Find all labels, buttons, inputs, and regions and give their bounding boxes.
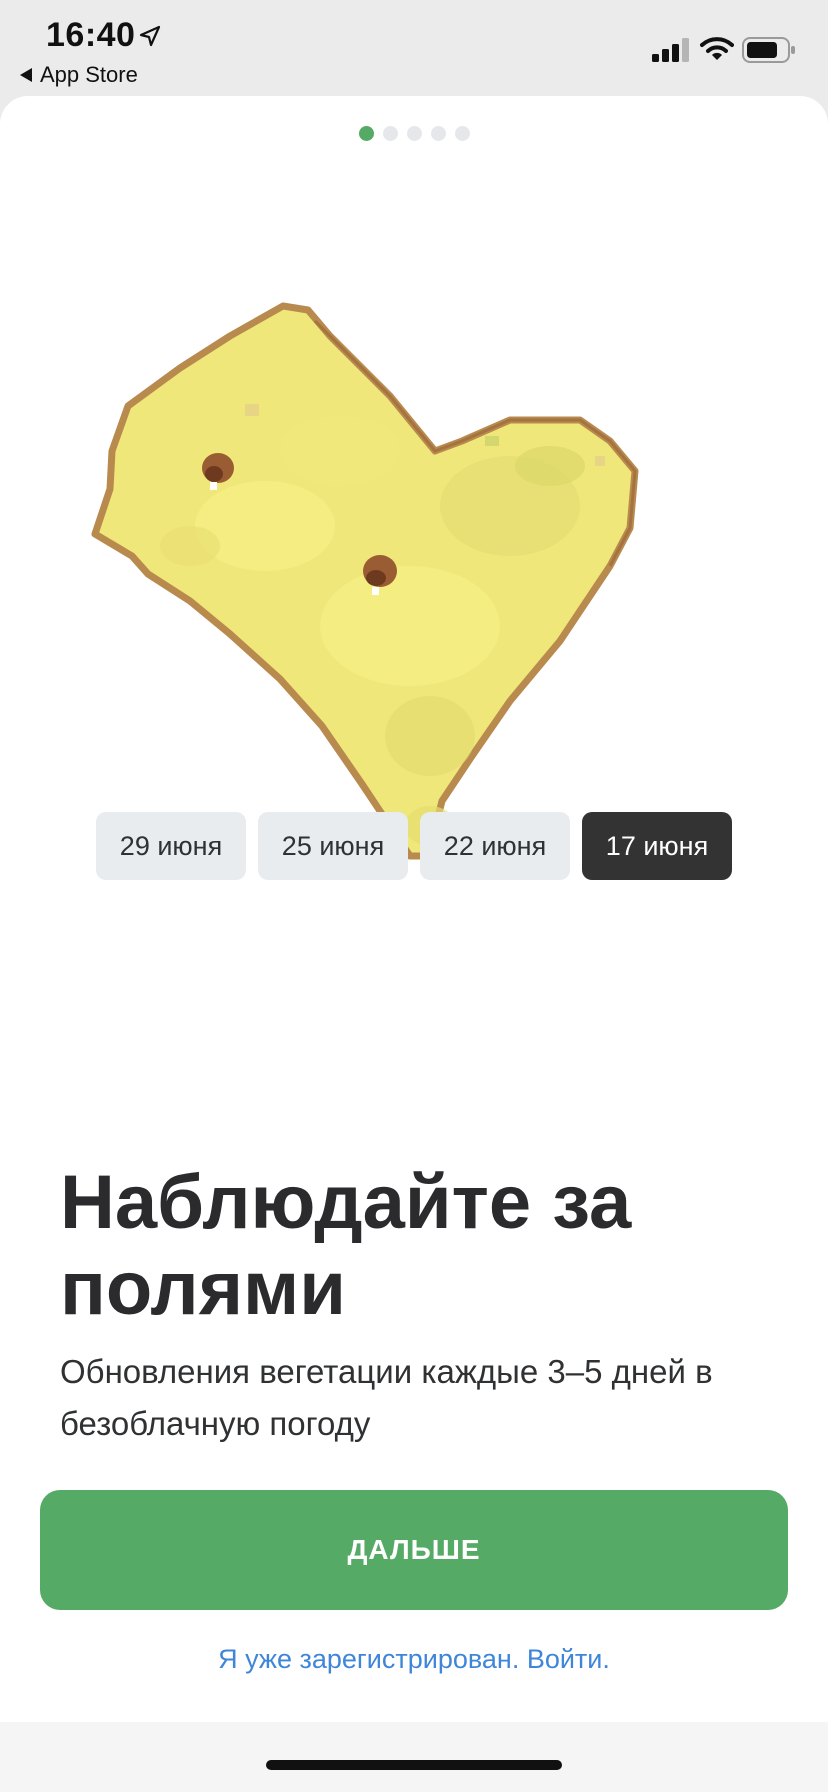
page-dot-1 xyxy=(358,126,374,141)
date-chip-4-selected[interactable]: 17 июня xyxy=(582,812,732,880)
page-dot-3 xyxy=(406,126,422,141)
page-dot-5 xyxy=(454,126,470,141)
onboarding-sheet: 29 июня 25 июня 22 июня 17 июня Наблюдай… xyxy=(0,96,828,1722)
date-chip-3[interactable]: 22 июня xyxy=(420,812,570,880)
page-dot-2 xyxy=(382,126,398,141)
onboarding-subtitle: Обновления вегетации каждые 3–5 дней в б… xyxy=(60,1353,713,1442)
wifi-icon xyxy=(700,37,734,60)
bottom-safe-area xyxy=(0,1722,828,1792)
login-link[interactable]: Я уже зарегистрирован. Войти. xyxy=(0,1644,828,1675)
back-to-app-store[interactable]: App Store xyxy=(20,62,138,88)
battery-icon xyxy=(742,37,795,63)
date-selector: 29 июня 25 июня 22 июня 17 июня xyxy=(96,812,732,880)
page-indicator xyxy=(0,126,828,141)
home-indicator[interactable] xyxy=(266,1760,562,1770)
back-triangle-icon xyxy=(20,68,32,82)
cellular-signal-icon xyxy=(652,38,689,62)
location-arrow-icon xyxy=(139,25,161,47)
date-chip-1[interactable]: 29 июня xyxy=(96,812,246,880)
back-app-label: App Store xyxy=(40,62,138,87)
page-dot-4 xyxy=(430,126,446,141)
status-bar: 16:40 App Store xyxy=(0,0,828,96)
onboarding-headline: Наблюдайте за полями xyxy=(60,1160,632,1331)
status-time: 16:40 xyxy=(46,16,136,54)
next-button[interactable]: ДАЛЬШЕ xyxy=(40,1490,788,1610)
date-chip-2[interactable]: 25 июня xyxy=(258,812,408,880)
